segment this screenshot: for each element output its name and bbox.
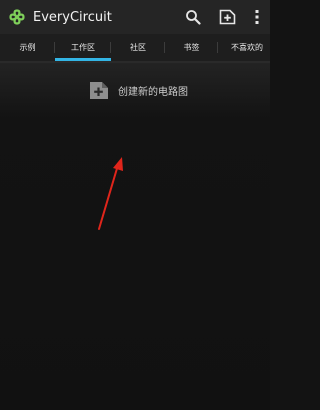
add-circuit-button[interactable] bbox=[210, 0, 244, 34]
action-bar: EveryCircuit bbox=[0, 0, 270, 34]
app-title: EveryCircuit bbox=[33, 9, 112, 25]
tab-label: 示例 bbox=[19, 43, 36, 52]
everycircuit-logo-icon bbox=[7, 7, 27, 27]
overflow-menu-icon bbox=[255, 10, 259, 24]
search-button[interactable] bbox=[176, 0, 210, 34]
create-new-circuit-button[interactable]: 创建新的电路图 bbox=[88, 77, 188, 103]
tab-dislikes[interactable]: 不喜欢的 bbox=[218, 34, 270, 61]
add-circuit-icon bbox=[219, 9, 235, 25]
tab-workspace[interactable]: 工作区 bbox=[55, 34, 111, 61]
workspace-content: 创建新的电路图 bbox=[0, 63, 270, 410]
add-document-icon bbox=[88, 79, 110, 101]
red-arrow-annotation bbox=[98, 157, 123, 230]
search-icon bbox=[186, 10, 201, 25]
tab-examples[interactable]: 示例 bbox=[0, 34, 55, 61]
tab-community[interactable]: 社区 bbox=[111, 34, 165, 61]
tab-bookmarks[interactable]: 书签 bbox=[165, 34, 218, 61]
overflow-menu-button[interactable] bbox=[244, 0, 270, 34]
create-new-circuit-label: 创建新的电路图 bbox=[118, 86, 188, 98]
tab-label: 书签 bbox=[183, 43, 200, 52]
app-window: EveryCircuit 示例 工作区 社区 书签 不喜欢的 创建新的电路图 bbox=[0, 0, 270, 410]
tab-label: 不喜欢的 bbox=[231, 43, 263, 52]
tab-label: 工作区 bbox=[71, 43, 95, 52]
tab-label: 社区 bbox=[130, 43, 146, 52]
tab-bar: 示例 工作区 社区 书签 不喜欢的 bbox=[0, 34, 270, 61]
